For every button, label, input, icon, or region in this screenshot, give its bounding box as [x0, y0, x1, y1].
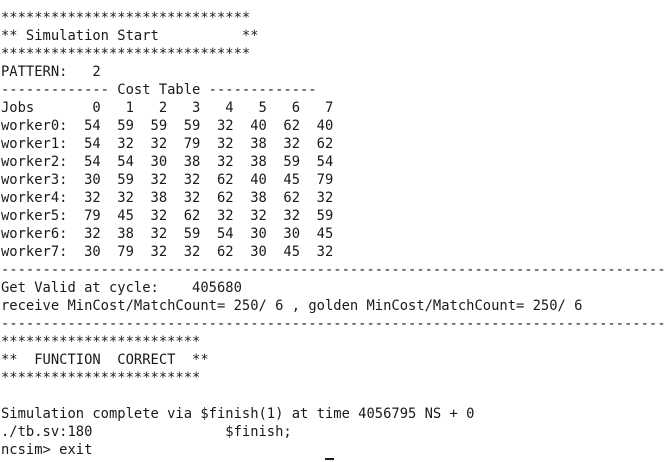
- finish-location-line: ./tb.sv:180 $finish;: [1, 424, 292, 440]
- cost-table-header: Jobs 0 1 2 3 4 5 6 7: [1, 100, 334, 116]
- ncsim-prompt-line[interactable]: ncsim> exit: [1, 441, 671, 459]
- cost-table-row-worker0: worker0: 54 59 59 59 32 40 62 40: [1, 118, 334, 134]
- cost-table-row-worker2: worker2: 54 54 30 38 32 38 59 54: [1, 154, 334, 170]
- banner-border-line: ******************************: [1, 46, 251, 62]
- result-comparison-line: receive MinCost/MatchCount= 250/ 6 , gol…: [1, 298, 583, 314]
- banner-border-line: ************************: [1, 370, 201, 386]
- cost-table-row-worker5: worker5: 79 45 32 62 32 32 32 59: [1, 208, 334, 224]
- cost-table-row-worker1: worker1: 54 32 32 79 32 38 32 62: [1, 136, 334, 152]
- cost-table-row-worker6: worker6: 32 38 32 59 54 30 30 45: [1, 226, 334, 242]
- terminal-window[interactable]: ****************************** ** Simula…: [0, 0, 671, 462]
- cost-table-title: ------------- Cost Table -------------: [1, 82, 317, 98]
- terminal-output: ****************************** ** Simula…: [0, 0, 671, 459]
- separator-line: ----------------------------------------…: [1, 316, 666, 332]
- cost-table-row-worker3: worker3: 30 59 32 32 62 40 45 79: [1, 172, 334, 188]
- cost-table-row-worker4: worker4: 32 32 38 32 62 38 62 32: [1, 190, 334, 206]
- simulation-complete-line: Simulation complete via $finish(1) at ti…: [1, 406, 475, 422]
- function-correct-banner: ** FUNCTION CORRECT **: [1, 352, 209, 368]
- pattern-line: PATTERN: 2: [1, 64, 101, 80]
- separator-line: ----------------------------------------…: [1, 262, 666, 278]
- text-cursor: [325, 458, 334, 460]
- banner-border-line: ************************: [1, 334, 201, 350]
- cost-table-row-worker7: worker7: 30 79 32 32 62 30 45 32: [1, 244, 334, 260]
- valid-cycle-line: Get Valid at cycle: 405680: [1, 280, 242, 296]
- simulation-start-banner: ** Simulation Start **: [1, 28, 259, 44]
- banner-border-line: ******************************: [1, 10, 251, 26]
